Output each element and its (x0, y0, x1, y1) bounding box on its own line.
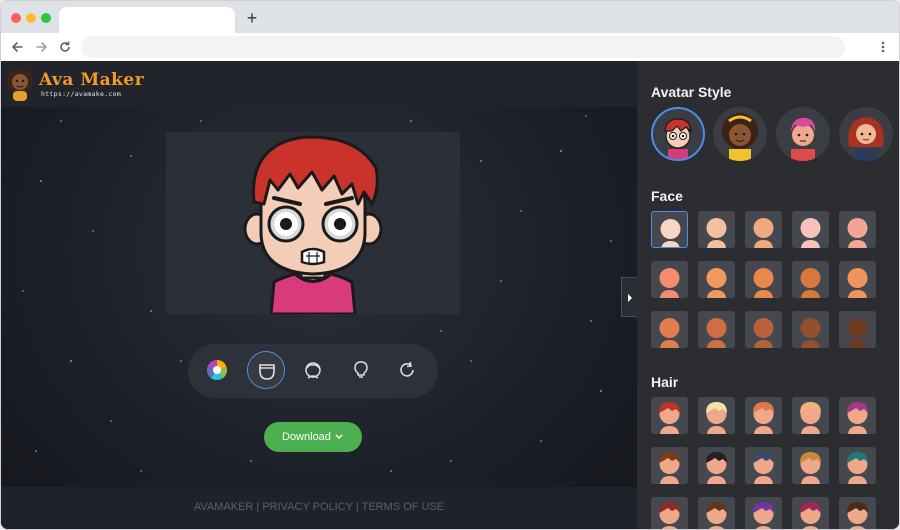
collapse-panel-button[interactable] (621, 277, 637, 317)
page-footer: AVAMAKER | PRIVACY POLICY | TERMS OF USE (1, 487, 637, 529)
browser-toolbar (1, 33, 899, 61)
footer-links: AVAMAKER | PRIVACY POLICY | TERMS OF USE (1, 501, 637, 513)
footer-separator: | (355, 501, 359, 513)
close-window-button[interactable] (11, 13, 21, 23)
face-tone-option[interactable] (745, 261, 782, 298)
lightbulb-icon (354, 361, 368, 378)
reload-icon[interactable] (56, 38, 74, 56)
face-tone-option[interactable] (651, 311, 688, 348)
browser-tab[interactable] (59, 7, 235, 33)
hair-style-option[interactable] (745, 447, 782, 484)
app-logo-title[interactable]: Ava Maker (39, 71, 144, 89)
caret-right-icon (628, 294, 632, 302)
reset-button[interactable] (388, 351, 426, 389)
face-tone-option[interactable] (839, 211, 876, 248)
download-label: Download (282, 431, 331, 443)
hair-title: Hair (651, 374, 679, 390)
idea-button[interactable] (342, 351, 380, 389)
face-tone-option[interactable] (651, 211, 688, 248)
hair-style-option[interactable] (745, 397, 782, 434)
back-arrow-icon[interactable] (9, 38, 27, 56)
avatar-style-title: Avatar Style (651, 84, 732, 100)
hair-style-option[interactable] (698, 497, 735, 529)
chevron-down-icon (335, 434, 343, 440)
hair-button[interactable] (294, 351, 332, 389)
hair-style-option[interactable] (792, 497, 829, 529)
hair-style-option[interactable] (651, 397, 688, 434)
color-wheel-button[interactable] (198, 351, 236, 389)
hair-style-option[interactable] (745, 497, 782, 529)
avatar-style-woman-red[interactable] (839, 107, 893, 161)
hair-style-option[interactable] (839, 447, 876, 484)
hair-style-option[interactable] (651, 497, 688, 529)
avatar-preview (166, 132, 460, 314)
hair-style-option[interactable] (792, 447, 829, 484)
footer-link-terms[interactable]: TERMS OF USE (362, 501, 445, 513)
forward-arrow-icon[interactable] (32, 38, 50, 56)
color-wheel-icon (207, 360, 227, 380)
title-bar: + (1, 1, 899, 33)
face-tone-option[interactable] (698, 261, 735, 298)
hair-icon (305, 362, 321, 379)
editor-stage: Ava Maker https://avamake.com Download A… (1, 61, 637, 529)
refresh-icon (400, 361, 414, 377)
face-tone-option[interactable] (745, 311, 782, 348)
footer-link-privacy[interactable]: PRIVACY POLICY (262, 501, 352, 513)
hair-style-option[interactable] (698, 447, 735, 484)
footer-link-avamaker[interactable]: AVAMAKER (194, 501, 254, 513)
download-button[interactable]: Download (264, 422, 362, 452)
avatar-character (243, 135, 383, 314)
face-tone-option[interactable] (839, 261, 876, 298)
app-header: Ava Maker https://avamake.com (1, 61, 637, 107)
face-tone-option[interactable] (698, 211, 735, 248)
editor-tool-bar (188, 344, 438, 398)
browser-window: + Ava Maker https://avamake.com Download… (0, 0, 900, 530)
hair-style-option[interactable] (698, 397, 735, 434)
face-tone-option[interactable] (839, 311, 876, 348)
face-tone-option[interactable] (792, 211, 829, 248)
minimize-window-button[interactable] (26, 13, 36, 23)
face-tone-option[interactable] (792, 261, 829, 298)
kebab-menu-icon[interactable] (877, 38, 889, 56)
hair-style-option[interactable] (792, 397, 829, 434)
face-shape-button[interactable] (247, 351, 285, 389)
avatar-style-list (649, 107, 899, 163)
logo-avatar-icon (7, 68, 33, 101)
address-bar[interactable] (81, 36, 845, 58)
hair-style-option[interactable] (839, 397, 876, 434)
ava-maker-page: Ava Maker https://avamake.com Download A… (1, 61, 899, 529)
avatar-style-boy[interactable] (651, 107, 705, 161)
face-tone-option[interactable] (698, 311, 735, 348)
avatar-style-girl-curly[interactable] (713, 107, 767, 161)
new-tab-button[interactable]: + (244, 9, 260, 27)
app-logo-url: https://avamake.com (41, 90, 122, 98)
options-sidebar: Avatar Style Face Hair (637, 61, 899, 529)
face-tone-option[interactable] (745, 211, 782, 248)
maximize-window-button[interactable] (41, 13, 51, 23)
face-tone-option[interactable] (792, 311, 829, 348)
footer-separator: | (256, 501, 260, 513)
face-tone-option[interactable] (651, 261, 688, 298)
face-title: Face (651, 188, 683, 204)
avatar-style-man-pink[interactable] (776, 107, 830, 161)
hair-style-option[interactable] (839, 497, 876, 529)
face-shape-icon (259, 364, 275, 380)
hair-style-option[interactable] (651, 447, 688, 484)
